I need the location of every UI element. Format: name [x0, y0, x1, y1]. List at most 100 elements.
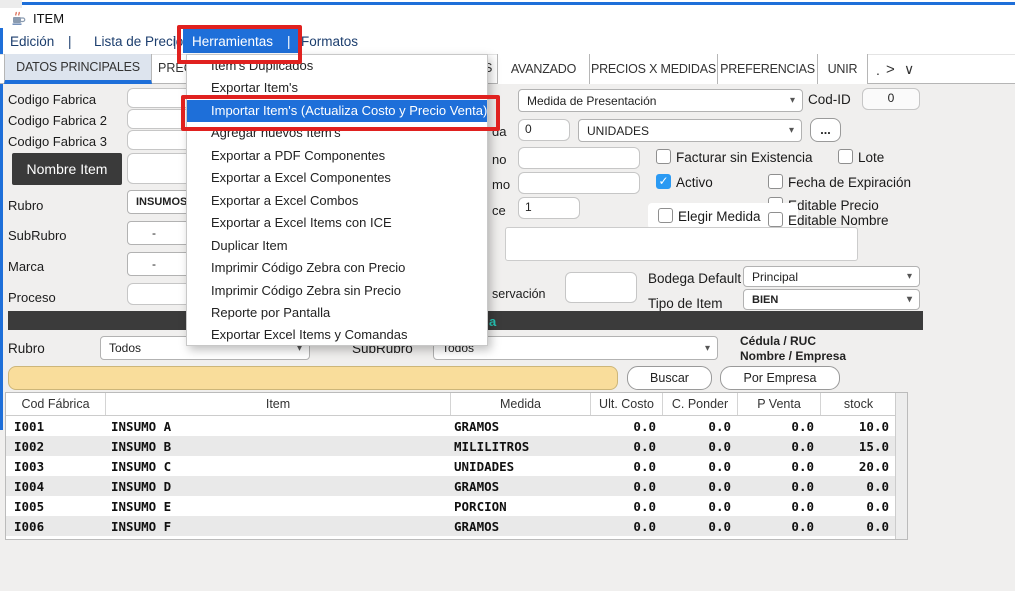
search-input[interactable] — [8, 366, 618, 390]
medida-label-partial: da — [492, 124, 506, 139]
menu-item-exportar-excel-combos[interactable]: Exportar a Excel Combos — [187, 190, 487, 212]
tab-unir[interactable]: UNIR — [818, 54, 868, 84]
herramientas-dropdown-menu: Item's Duplicados Exportar Item's Import… — [186, 54, 488, 346]
table-scrollbar[interactable] — [895, 393, 907, 539]
observacion-input[interactable] — [565, 272, 637, 303]
column-header-cod-fabrica[interactable]: Cod Fábrica — [6, 393, 106, 415]
buscar-button[interactable]: Buscar — [627, 366, 712, 390]
medida-presentacion-select[interactable]: Medida de Presentación — [518, 89, 803, 112]
facturar-sin-existencia-checkbox[interactable] — [656, 149, 671, 164]
cell-p-venta: 0.0 — [738, 519, 821, 534]
menu-item-imprimir-zebra-sin-precio[interactable]: Imprimir Código Zebra sin Precio — [187, 280, 487, 302]
lote-label: Lote — [858, 150, 884, 165]
fecha-expiracion-label: Fecha de Expiración — [788, 175, 911, 190]
marca-label: Marca — [8, 259, 44, 274]
dropdown-arrow-icon — [790, 95, 795, 106]
dropdown-arrow-icon — [907, 294, 912, 305]
tab-dropdown-icon[interactable]: ∨ — [904, 61, 914, 78]
cell-p-venta: 0.0 — [738, 419, 821, 434]
cell-item: INSUMO D — [106, 479, 451, 494]
column-header-medida[interactable]: Medida — [451, 393, 591, 415]
menu-item-importar-items[interactable]: Importar Item's (Actualiza Costo y Preci… — [187, 100, 487, 122]
nombre-item-button[interactable]: Nombre Item — [12, 153, 122, 185]
table-row[interactable]: I001INSUMO AGRAMOS0.00.00.010.0 — [6, 416, 907, 436]
cod-id-input[interactable]: 0 — [862, 88, 920, 110]
menu-item-exportar-excel-items-comandas[interactable]: Exportar Excel Items y Comandas — [187, 324, 487, 346]
cell-stock: 10.0 — [821, 419, 896, 434]
menu-item-imprimir-zebra-con-precio[interactable]: Imprimir Código Zebra con Precio — [187, 257, 487, 279]
cell-p-venta: 0.0 — [738, 459, 821, 474]
menu-item-items-duplicados[interactable]: Item's Duplicados — [187, 55, 487, 77]
cell-item: INSUMO B — [106, 439, 451, 454]
activo-checkbox[interactable] — [656, 174, 671, 189]
table-row[interactable]: I006INSUMO FGRAMOS0.00.00.00.0 — [6, 516, 907, 536]
stock-maximo-input[interactable] — [518, 172, 640, 194]
cell-item: INSUMO A — [106, 419, 451, 434]
cell-ult-costo: 0.0 — [591, 419, 663, 434]
unidades-select[interactable]: UNIDADES — [578, 119, 802, 142]
menu-item-exportar-pdf-componentes[interactable]: Exportar a PDF Componentes — [187, 145, 487, 167]
menubar-item-herramientas-label: Herramientas — [192, 34, 273, 49]
cell-stock: 20.0 — [821, 459, 896, 474]
tipo-de-item-select[interactable]: BIEN — [743, 289, 920, 310]
marca-value: - — [152, 257, 156, 271]
column-header-ult-costo[interactable]: Ult. Costo — [591, 393, 663, 415]
section-bar-title-partial: a — [489, 314, 496, 329]
editable-nombre-checkbox[interactable] — [768, 212, 783, 227]
fecha-expiracion-checkbox[interactable] — [768, 174, 783, 189]
cell-ult-costo: 0.0 — [591, 459, 663, 474]
cell-p-venta: 0.0 — [738, 439, 821, 454]
cell-stock: 15.0 — [821, 439, 896, 454]
column-header-stock[interactable]: stock — [821, 393, 896, 415]
lote-checkbox[interactable] — [838, 149, 853, 164]
window-top-border — [22, 2, 1015, 5]
tab-precios-x-medidas[interactable]: PRECIOS X MEDIDAS — [590, 54, 718, 84]
ice-input[interactable]: 1 — [518, 197, 580, 219]
bodega-default-select[interactable]: Principal — [743, 266, 920, 287]
menu-item-reporte-por-pantalla[interactable]: Reporte por Pantalla — [187, 302, 487, 324]
menubar-item-herramientas-active[interactable]: Herramientas | — [183, 29, 300, 53]
column-header-item[interactable]: Item — [106, 393, 451, 415]
more-options-button[interactable]: ... — [810, 118, 841, 142]
menu-item-agregar-nuevos-items[interactable]: Agregar nuevos Item's — [187, 122, 487, 144]
elegir-medida-checkbox[interactable] — [658, 208, 673, 223]
table-row[interactable]: I004INSUMO DGRAMOS0.00.00.00.0 — [6, 476, 907, 496]
table-row[interactable]: I002INSUMO BMILILITROS0.00.00.015.0 — [6, 436, 907, 456]
menu-item-exportar-items[interactable]: Exportar Item's — [187, 77, 487, 99]
proceso-label: Proceso — [8, 290, 56, 305]
stock-minimo-input[interactable] — [518, 147, 640, 169]
column-header-c-ponder[interactable]: C. Ponder — [663, 393, 738, 415]
menu-item-duplicar-item[interactable]: Duplicar Item — [187, 235, 487, 257]
maximo-label-partial: mo — [492, 177, 510, 192]
minimo-label-partial: no — [492, 152, 506, 167]
tab-avanzado[interactable]: AVANZADO — [497, 54, 590, 84]
cell-medida: UNIDADES — [451, 459, 591, 474]
cell-c-ponder: 0.0 — [663, 479, 738, 494]
menu-item-exportar-excel-componentes[interactable]: Exportar a Excel Componentes — [187, 167, 487, 189]
codigo-fabrica-2-label: Codigo Fabrica 2 — [8, 113, 107, 128]
activo-label: Activo — [676, 175, 713, 190]
tab-datos-principales[interactable]: DATOS PRINCIPALES — [4, 54, 152, 84]
table-row[interactable]: I003INSUMO CUNIDADES0.00.00.020.0 — [6, 456, 907, 476]
menubar-item-edicion[interactable]: Edición — [10, 34, 54, 49]
cell-stock: 0.0 — [821, 499, 896, 514]
editable-nombre-label: Editable Nombre — [788, 213, 889, 228]
cell-c-ponder: 0.0 — [663, 519, 738, 534]
menubar-item-formatos[interactable]: Formatos — [301, 34, 358, 49]
cell-medida: PORCION — [451, 499, 591, 514]
facturar-sin-existencia-label: Facturar sin Existencia — [676, 150, 813, 165]
cell-item: INSUMO F — [106, 519, 451, 534]
por-empresa-button[interactable]: Por Empresa — [720, 366, 840, 390]
descripcion-textarea[interactable] — [505, 227, 858, 261]
cell-cod-fabrica: I002 — [6, 439, 106, 454]
medida-qty-input[interactable]: 0 — [518, 119, 570, 141]
cedula-ruc-label: Cédula / RUC — [740, 334, 816, 348]
menu-item-exportar-excel-items-ice[interactable]: Exportar a Excel Items con ICE — [187, 212, 487, 234]
cell-c-ponder: 0.0 — [663, 419, 738, 434]
column-header-p-venta[interactable]: P Venta — [738, 393, 821, 415]
tab-preferencias[interactable]: PREFERENCIAS — [718, 54, 818, 84]
dropdown-arrow-icon — [789, 125, 794, 136]
cell-item: INSUMO E — [106, 499, 451, 514]
tab-scroll-right-icon[interactable]: > — [886, 61, 895, 78]
table-row[interactable]: I005INSUMO EPORCION0.00.00.00.0 — [6, 496, 907, 516]
